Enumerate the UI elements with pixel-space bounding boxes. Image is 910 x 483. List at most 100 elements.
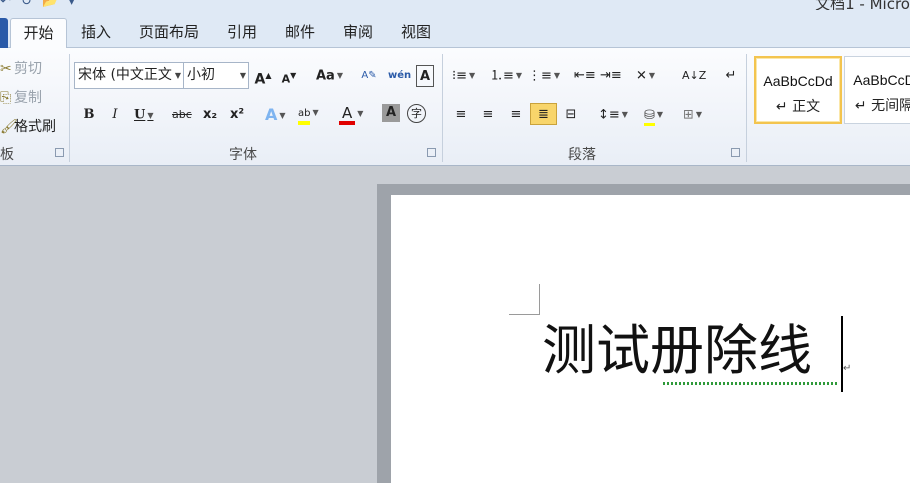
enclose-char-button[interactable]: 字 (407, 104, 426, 123)
borders-button[interactable]: ⊞ ▼ (683, 104, 702, 126)
numbering-icon: ⒈≡ (490, 68, 514, 84)
show-marks-button[interactable]: ↵ (722, 65, 740, 87)
copy-button[interactable]: ⎘ 复制 (0, 87, 42, 107)
format-painter-button[interactable]: 🖌格式刷 (0, 116, 56, 136)
text-caret (841, 316, 843, 392)
italic-button[interactable]: I (106, 104, 124, 126)
group-separator (69, 54, 70, 162)
chevron-down-icon: ▼ (174, 71, 181, 80)
underline-button[interactable]: U ▼ (134, 104, 154, 126)
paintbrush-icon: 🖌 (0, 119, 18, 135)
tab-mailings[interactable]: 邮件 (276, 18, 324, 48)
tab-home[interactable]: 开始 (10, 18, 67, 49)
numbering-button[interactable]: ⒈≡ ▼ (490, 65, 522, 87)
font-family-value: 宋体 (中文正文 (78, 67, 172, 83)
multilevel-list-button[interactable]: ⋮≡ ▼ (528, 65, 560, 87)
chevron-down-icon: ▼ (239, 71, 246, 80)
tab-references[interactable]: 引用 (218, 18, 266, 48)
shading-button[interactable]: ⛁ ▼ (644, 104, 663, 126)
quick-access-toolbar: ↶ ↻ 📂 ▾ (0, 0, 81, 9)
tab-view[interactable]: 视图 (392, 18, 440, 48)
highlighter-icon: ab (298, 107, 311, 125)
text-effect-icon: A (265, 105, 278, 124)
strikethrough-button[interactable]: abc (172, 104, 192, 126)
style-no-spacing[interactable]: AaBbCcD ↵ 无间隔 (844, 56, 910, 124)
style-normal-sample: AaBbCcDd (763, 73, 833, 89)
font-launcher-icon[interactable] (427, 148, 436, 157)
sort-icon: A↓Z (682, 69, 707, 82)
paragraph-mark-icon: ↵ (725, 68, 737, 83)
bold-button[interactable]: B (80, 104, 98, 126)
align-center-button[interactable]: ≡ (479, 104, 497, 126)
cut-label: 剪切 (14, 61, 42, 77)
align-center-icon: ≡ (482, 107, 494, 122)
tab-insert[interactable]: 插入 (72, 18, 120, 48)
font-color-icon: A (339, 105, 356, 125)
superscript-button[interactable]: x² (228, 104, 246, 126)
phonetic-guide-icon: wén (388, 70, 412, 81)
clipboard-launcher-icon[interactable] (55, 148, 64, 157)
align-right-button[interactable]: ≡ (507, 104, 525, 126)
decrease-indent-button[interactable]: ⇤≡ (574, 65, 596, 87)
char-shading-button[interactable]: A (382, 104, 400, 122)
style-normal[interactable]: AaBbCcDd ↵ 正文 (754, 56, 842, 124)
file-tab[interactable] (0, 18, 8, 48)
text-effect-button[interactable]: A ▼ (265, 104, 286, 126)
document-area[interactable]: 测试册除线 ↵ (0, 166, 910, 483)
redo-icon[interactable]: ↻ (21, 0, 32, 9)
increase-indent-icon: ⇥≡ (600, 68, 622, 83)
subscript-button[interactable]: x₂ (201, 104, 219, 126)
superscript-icon: x² (229, 107, 245, 122)
distributed-button[interactable]: ⊟ (562, 104, 580, 126)
justify-button[interactable]: ≣ (530, 103, 557, 125)
phonetic-guide-button[interactable]: wén (388, 65, 411, 87)
change-case-icon: Aa (316, 68, 335, 84)
line-spacing-icon: ↕≡ (598, 107, 620, 123)
increase-indent-button[interactable]: ⇥≡ (600, 65, 622, 87)
line-spacing-button[interactable]: ↕≡ ▼ (598, 104, 628, 126)
margin-corner-mark (509, 284, 540, 315)
change-case-button[interactable]: Aa ▼ (316, 65, 343, 87)
paragraph-group-label: 段落 (568, 147, 596, 163)
spelling-squiggle (663, 382, 839, 385)
scissors-icon: ✂ (0, 61, 12, 77)
shrink-font-button[interactable]: A▼ (280, 65, 298, 87)
underline-icon: U (134, 107, 146, 123)
font-family-combo[interactable]: 宋体 (中文正文 ▼ (74, 62, 184, 89)
sort-button[interactable]: A↓Z (682, 65, 706, 87)
char-shading-icon: A (385, 105, 397, 120)
char-border-button[interactable]: A (416, 65, 434, 87)
cut-button[interactable]: ✂ 剪切 (0, 58, 42, 78)
tab-page-layout[interactable]: 页面布局 (130, 18, 208, 48)
style-no-spacing-name: ↵ 无间隔 (854, 98, 910, 114)
clear-format-button[interactable]: A✎ (360, 65, 378, 87)
document-text[interactable]: 测试册除线 (542, 317, 812, 385)
paragraph-launcher-icon[interactable] (731, 148, 740, 157)
distributed-icon: ⊟ (565, 107, 577, 122)
chinese-layout-icon: ✕ (636, 68, 647, 84)
align-left-button[interactable]: ≡ (452, 104, 470, 126)
highlight-button[interactable]: ab ▼ (298, 102, 319, 125)
bullets-icon: ⁝≡ (452, 68, 468, 84)
ribbon-home: ✂ 剪切 ⎘ 复制 🖌格式刷 板 宋体 (中文正文 ▼ 小初 ▼ A▲ A▼ Aa ▼… (0, 48, 910, 166)
grow-font-icon: A (254, 71, 266, 88)
style-normal-name: ↵ 正文 (775, 99, 821, 115)
font-size-value: 小初 (187, 67, 215, 83)
clipboard-group-label: 板 (0, 147, 14, 163)
decrease-indent-icon: ⇤≡ (574, 68, 596, 83)
subscript-icon: x₂ (202, 107, 218, 122)
undo-icon[interactable]: ↶ (0, 0, 11, 9)
window-title: 文档1 - Micro (815, 0, 910, 10)
strikethrough-icon: abc (172, 108, 192, 121)
customize-qat-icon[interactable]: ▾ (68, 0, 75, 9)
chinese-layout-button[interactable]: ✕ ▼ (636, 65, 655, 87)
tab-review[interactable]: 审阅 (334, 18, 382, 48)
bullets-button[interactable]: ⁝≡ ▼ (452, 65, 475, 87)
grow-font-button[interactable]: A▲ (254, 65, 272, 88)
font-size-combo[interactable]: 小初 ▼ (183, 62, 249, 89)
font-color-button[interactable]: A ▼ (339, 102, 363, 125)
enclose-char-icon: 字 (411, 107, 422, 120)
open-icon[interactable]: 📂 (42, 0, 58, 9)
font-group-label: 字体 (229, 147, 257, 163)
justify-icon: ≣ (538, 107, 549, 122)
